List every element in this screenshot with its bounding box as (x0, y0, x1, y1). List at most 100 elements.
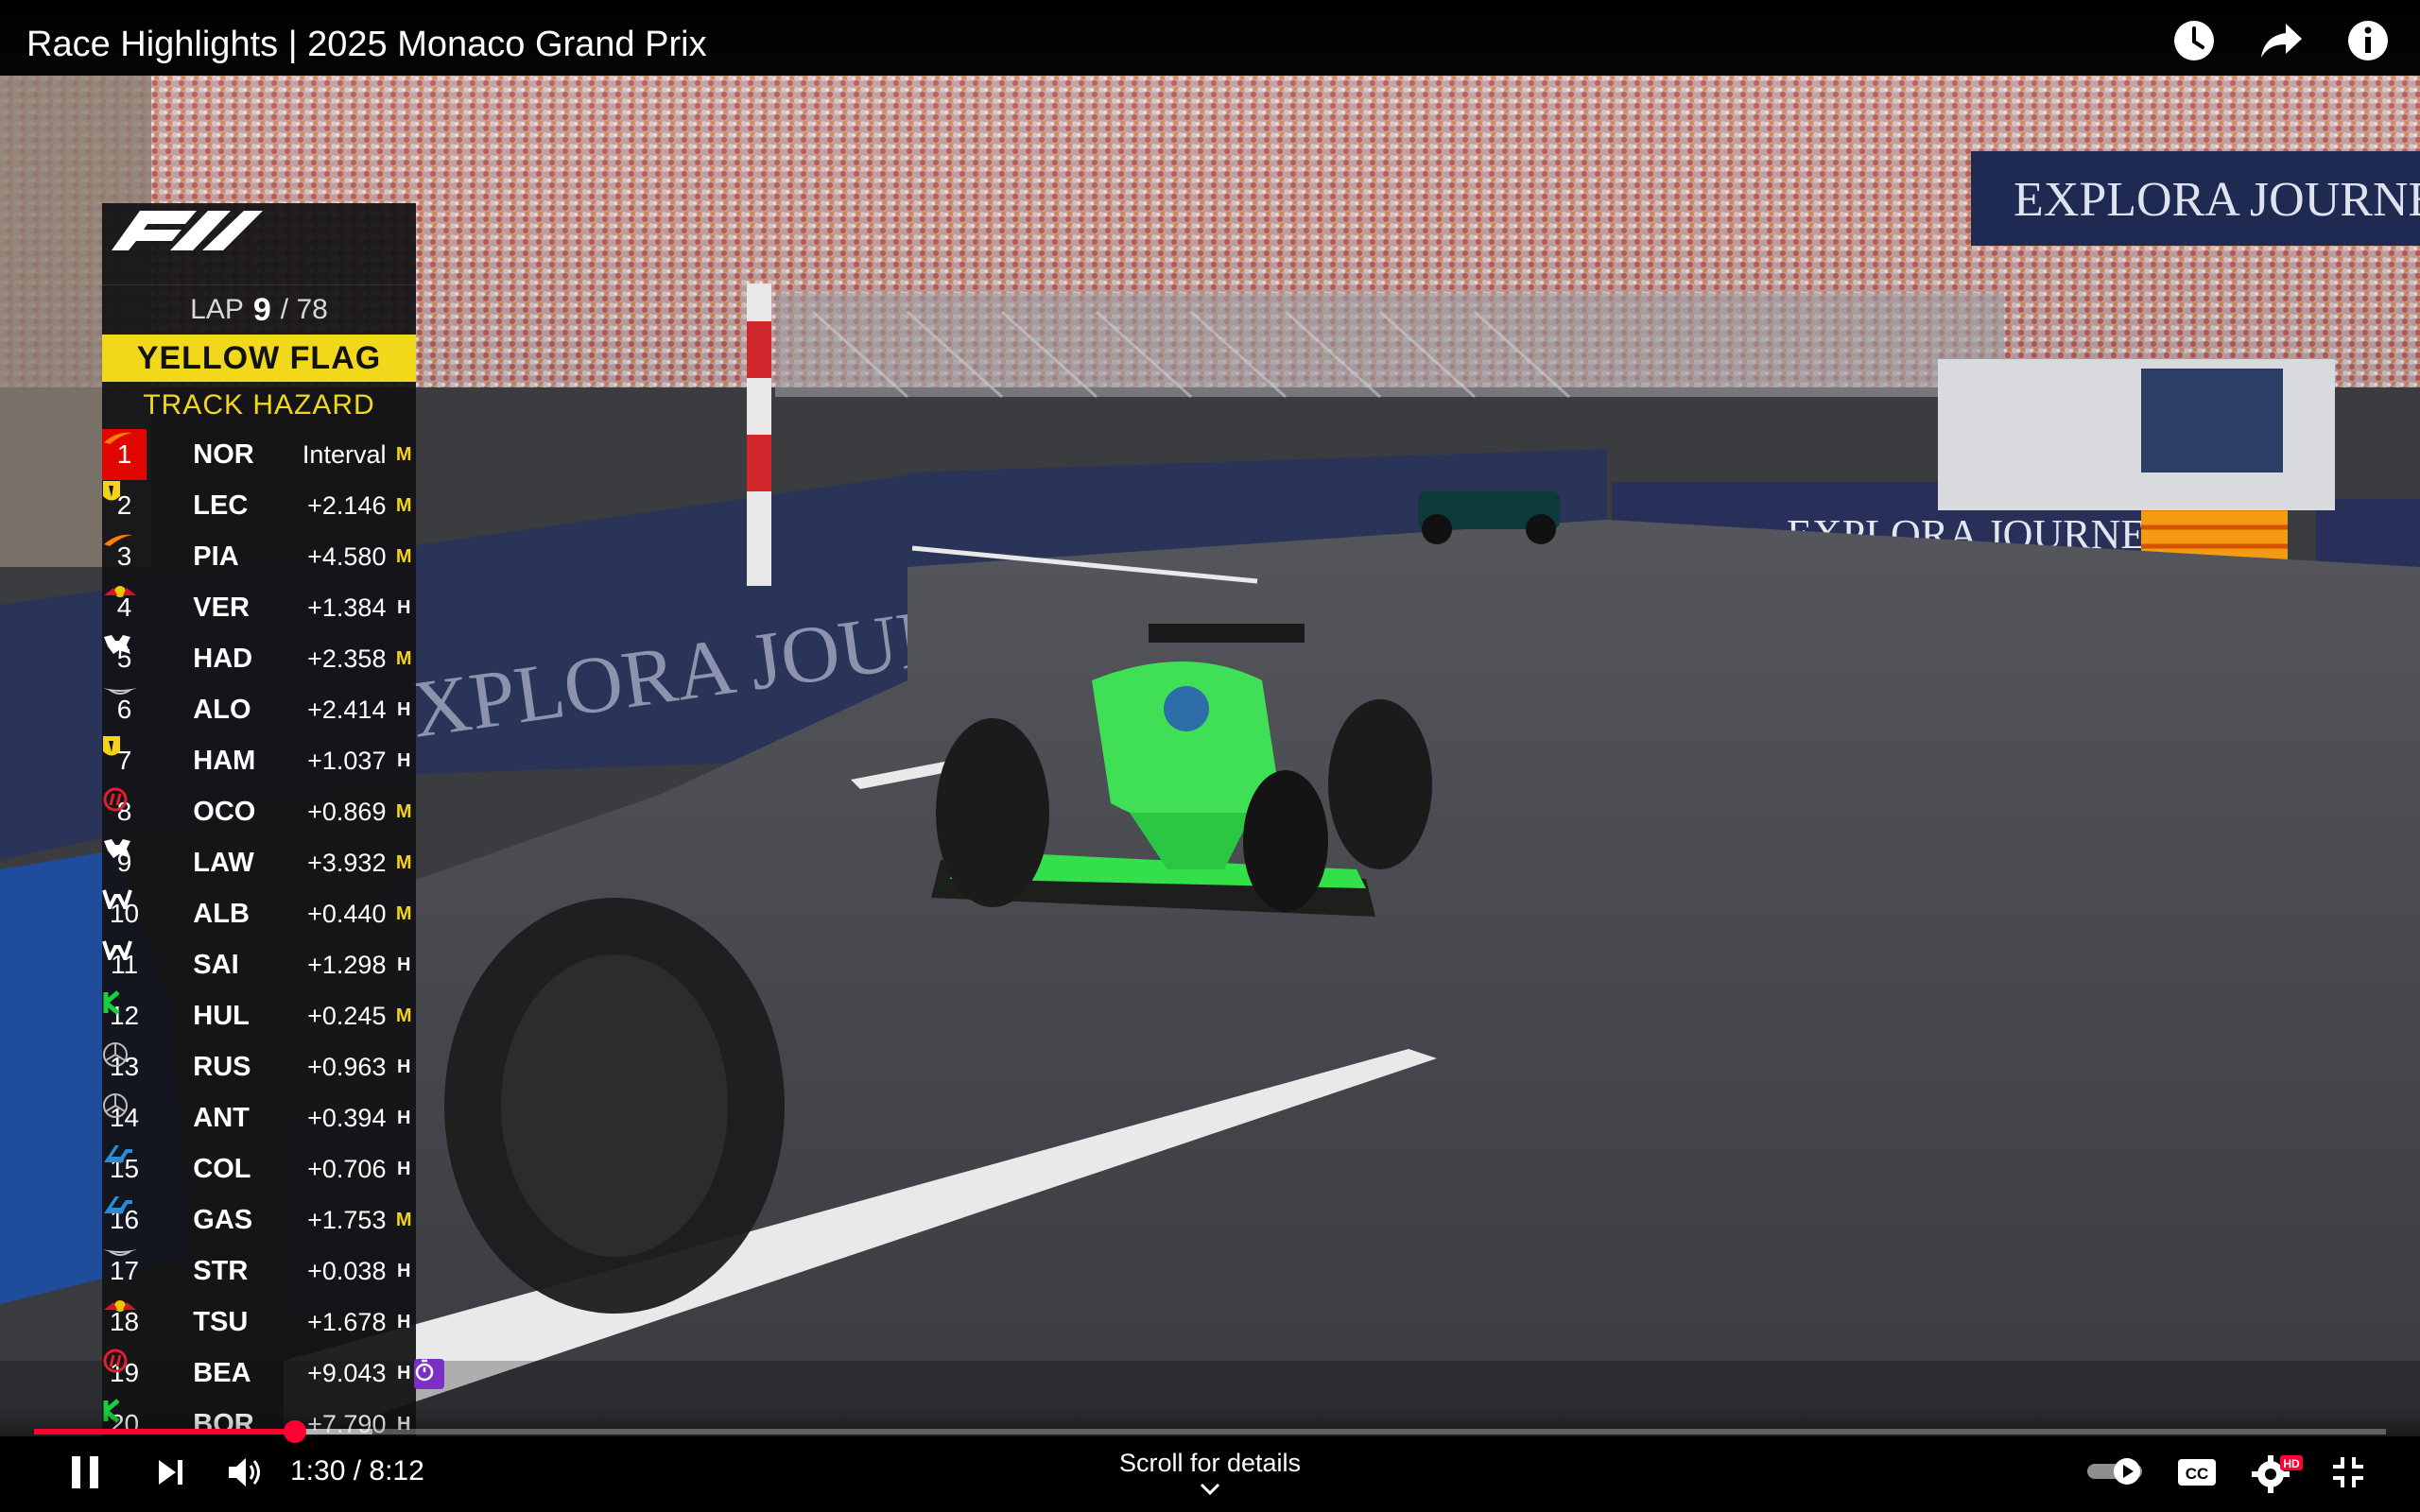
time-display: 1:30 / 8:12 (290, 1455, 424, 1486)
pause-icon (72, 1456, 98, 1488)
f1-logo (102, 203, 416, 285)
tyre-compound: H (397, 596, 411, 618)
video-title[interactable]: Race Highlights | 2025 Monaco Grand Prix (26, 25, 707, 65)
tyre-compound: M (395, 851, 412, 873)
tyre-compound: M (395, 494, 412, 516)
tyre-compound: H (397, 698, 411, 720)
tyre-compound: H (397, 954, 411, 975)
exit-fullscreen-button[interactable] (2327, 1453, 2369, 1491)
settings-button[interactable]: HD (2250, 1450, 2305, 1493)
tyre-compound: M (395, 1005, 412, 1026)
interval-gap: +1.678 (307, 1307, 387, 1336)
cc-icon: CC (2178, 1459, 2216, 1486)
driver-code: SAI (193, 949, 239, 980)
driver-code: HAM (193, 745, 256, 776)
standings-row: 13 RUS +0.963 H (102, 1041, 416, 1092)
standings-row: 8 OCO +0.869 M (102, 786, 416, 837)
interval-gap: +0.245 (307, 1001, 387, 1030)
driver-code: PIA (193, 541, 239, 572)
share-icon[interactable] (2257, 17, 2305, 64)
standings-row: 1 NOR Interval M (102, 429, 416, 480)
interval-gap: Interval (302, 439, 387, 469)
progress-fill (34, 1429, 295, 1435)
interval-gap: +1.037 (307, 746, 387, 775)
flag-status: YELLOW FLAG (102, 335, 416, 382)
lap-counter: LAP 9 / 78 (102, 285, 416, 335)
tyre-compound: M (395, 545, 412, 567)
standings-row: 17 STR +0.038 H (102, 1246, 416, 1297)
flag-reason: TRACK HAZARD (143, 389, 375, 421)
standings-row: 16 GAS +1.753 M (102, 1194, 416, 1246)
volume-button[interactable] (225, 1453, 267, 1491)
tyre-compound: H (397, 1107, 411, 1128)
interval-gap: +2.414 (307, 695, 387, 724)
interval-gap: +4.580 (307, 541, 387, 571)
driver-code: GAS (193, 1204, 253, 1235)
standings-row: 10 ALB +0.440 M (102, 888, 416, 939)
interval-gap: +9.043 (307, 1358, 387, 1387)
watch-later-icon[interactable] (2170, 17, 2218, 64)
info-icon[interactable] (2344, 17, 2392, 64)
lap-prefix: LAP (190, 294, 244, 325)
exit-fullscreen-icon (2333, 1457, 2363, 1487)
interval-gap: +0.706 (307, 1154, 387, 1183)
svg-text:CC: CC (2186, 1465, 2209, 1483)
driver-code: ANT (193, 1102, 250, 1133)
interval-gap: +0.038 (307, 1256, 387, 1285)
pause-button[interactable] (64, 1452, 106, 1493)
driver-code: ALO (193, 694, 251, 725)
interval-gap: +0.394 (307, 1103, 387, 1132)
timing-tower: LAP 9 / 78 YELLOW FLAG TRACK HAZARD 1 NOR… (102, 203, 444, 1436)
top-actions (2170, 17, 2392, 64)
captions-button[interactable]: CC (2174, 1453, 2220, 1491)
next-button[interactable] (151, 1453, 189, 1491)
interval-gap: +1.384 (307, 593, 387, 622)
scrubber-knob[interactable] (283, 1420, 306, 1443)
tyre-compound: M (395, 1209, 412, 1230)
driver-code: HAD (193, 643, 253, 674)
player-controls: 1:30 / 8:12 Scroll for details CC HD (0, 1408, 2420, 1512)
standings-row: 6 ALO +2.414 H (102, 684, 416, 735)
tyre-compound: M (395, 902, 412, 924)
driver-code: VER (193, 592, 250, 623)
lap-total: / 78 (280, 294, 328, 325)
interval-gap: +3.932 (307, 848, 387, 877)
interval-gap: +0.440 (307, 899, 387, 928)
standings-row: 18 TSU +1.678 H (102, 1297, 416, 1348)
tyre-compound: H (397, 1311, 411, 1332)
driver-code: TSU (193, 1306, 249, 1337)
tyre-compound: H (397, 1158, 411, 1179)
standings-row: 2 LEC +2.146 M (102, 480, 416, 531)
driver-code: BEA (193, 1357, 251, 1388)
driver-code: OCO (193, 796, 256, 827)
banner-text-top: EXPLORA JOURNEYS (2014, 173, 2420, 227)
autoplay-toggle[interactable] (2085, 1455, 2146, 1487)
standings-row: 5 HAD +2.358 M (102, 633, 416, 684)
volume-icon (229, 1458, 260, 1486)
driver-code: COL (193, 1153, 251, 1184)
driver-code: STR (193, 1255, 249, 1286)
progress-bar[interactable] (34, 1420, 2386, 1443)
standings-row: 12 HUL +0.245 M (102, 990, 416, 1041)
tyre-compound: H (397, 1056, 411, 1077)
autoplay-icon (2087, 1458, 2142, 1485)
scroll-for-details[interactable]: Scroll for details (1115, 1449, 1305, 1478)
chevron-down-icon[interactable] (1199, 1482, 1221, 1502)
driver-code: HUL (193, 1000, 250, 1031)
standings-row: 14 ANT +0.394 H (102, 1092, 416, 1143)
standings-list: 1 NOR Interval M 2 LEC +2.146 M 3 PIA +4.580 M 4 VER +… (102, 429, 444, 1436)
fastest-lap-stopwatch-icon (414, 1359, 444, 1389)
lap-current: 9 (252, 291, 271, 328)
interval-gap: +0.963 (307, 1052, 387, 1081)
standings-row: 3 PIA +4.580 M (102, 531, 416, 582)
tyre-compound: M (395, 647, 412, 669)
video-top-bar: Race Highlights | 2025 Monaco Grand Prix (0, 0, 2420, 76)
driver-code: NOR (193, 438, 254, 470)
tyre-compound: M (395, 800, 412, 822)
driver-code: ALB (193, 898, 250, 929)
standings-row: 15 COL +0.706 H (102, 1143, 416, 1194)
video-frame[interactable]: EXPLORA JOURNEYS XPLORA JOURNEYS EXPLORA… (0, 76, 2420, 1436)
standings-row: 19 BEA +9.043 H (102, 1348, 444, 1399)
tyre-compound: H (397, 1260, 411, 1281)
standings-row: 7 HAM +1.037 H (102, 735, 416, 786)
